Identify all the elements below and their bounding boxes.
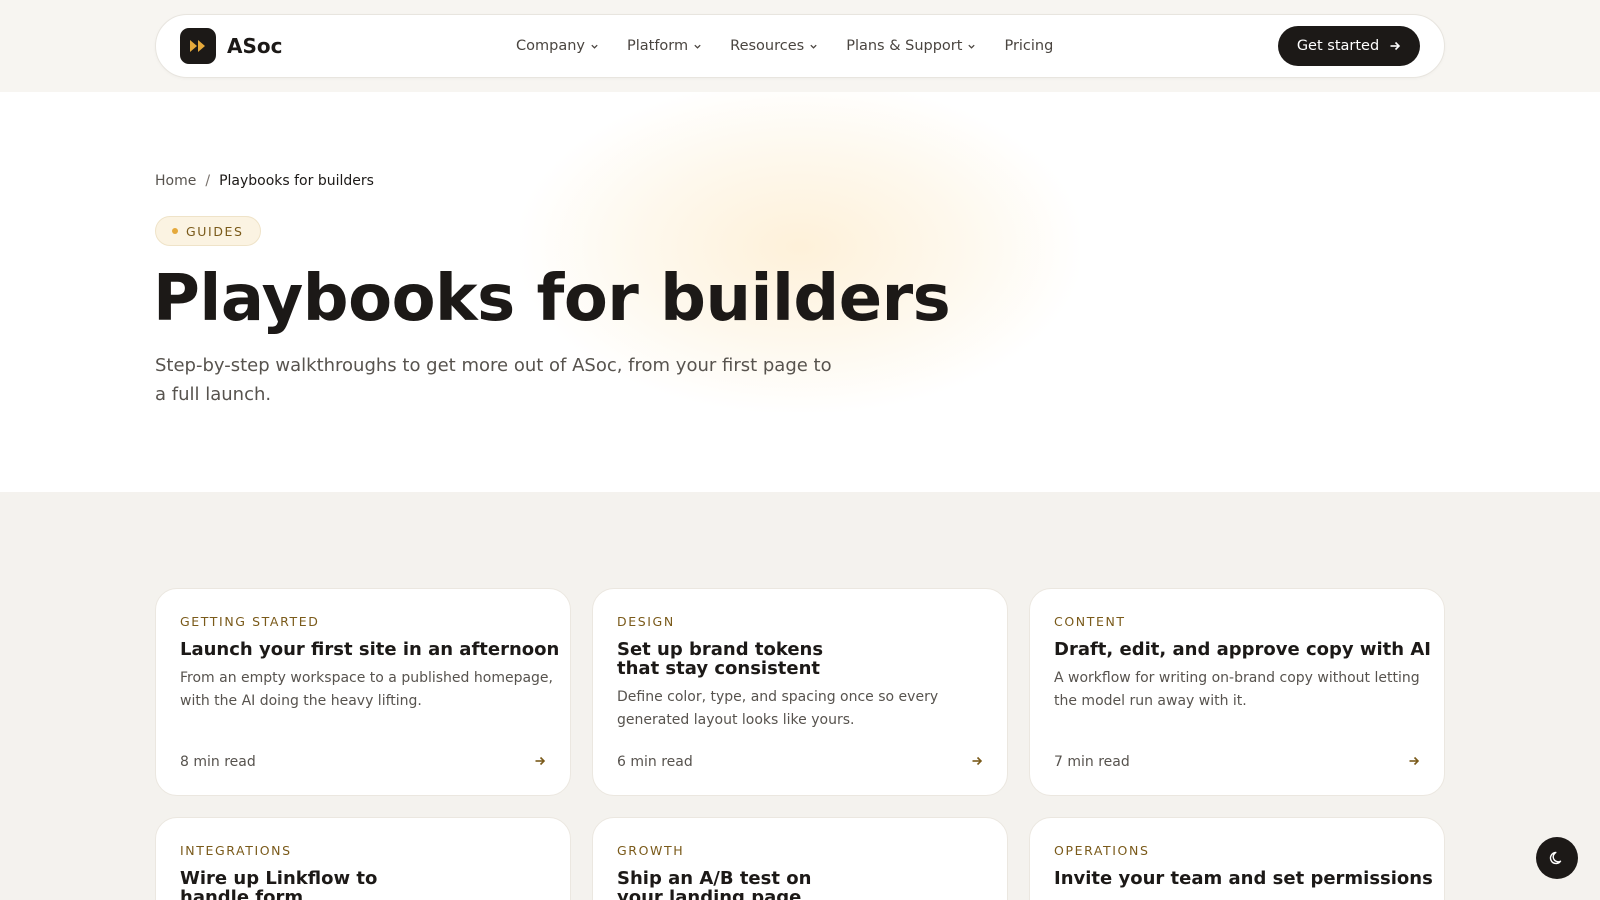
chevron-down-icon — [810, 44, 817, 49]
nav-item-label: Plans & Support — [846, 38, 963, 54]
tag-label: GUIDES — [186, 223, 244, 239]
breadcrumb-home-link[interactable]: Home — [155, 173, 196, 189]
breadcrumb: Home / Playbooks for builders — [155, 173, 374, 189]
nav-item-label: Company — [516, 38, 585, 54]
theme-toggle-button[interactable] — [1536, 837, 1578, 879]
breadcrumb-separator: / — [205, 173, 211, 189]
arrow-right-icon — [972, 756, 983, 766]
card-title: Wire up Linkflow to handle form submissi… — [180, 868, 378, 900]
guide-card[interactable]: CONTENT Draft, edit, and approve copy wi… — [1029, 588, 1445, 796]
card-category: GROWTH — [617, 843, 685, 858]
arrow-right-icon — [535, 756, 546, 766]
card-description: From an empty workspace to a published h… — [180, 670, 553, 709]
guide-card[interactable]: OPERATIONS Invite your team and set perm… — [1029, 817, 1445, 900]
tag-dot — [172, 228, 178, 234]
fast-forward-icon — [180, 28, 216, 64]
nav-item-label: Pricing — [1004, 38, 1054, 54]
section-tag: GUIDES — [155, 216, 261, 246]
card-title: Set up brand tokens that stay consistent — [617, 639, 824, 679]
guide-card[interactable]: DESIGN Set up brand tokens that stay con… — [592, 588, 1008, 796]
get-started-button[interactable]: Get started — [1278, 26, 1420, 66]
card-read-time: 8 min read — [180, 754, 256, 770]
brand-name: ASoc — [227, 34, 283, 58]
nav-item-plans-support[interactable]: Plans & Support — [846, 38, 976, 54]
nav-item-label: Platform — [626, 38, 689, 54]
card-title: Launch your first site in an afternoon — [180, 639, 560, 660]
card-category: INTEGRATIONS — [180, 843, 292, 858]
breadcrumb-current: Playbooks for builders — [219, 173, 374, 189]
card-title: Invite your team and set permissions — [1054, 868, 1433, 889]
nav-item-pricing[interactable]: Pricing — [1004, 38, 1053, 54]
nav-item-platform[interactable]: Platform — [627, 38, 702, 54]
chevron-down-icon — [694, 44, 701, 49]
guide-card[interactable]: INTEGRATIONS Wire up Linkflow to handle … — [155, 817, 571, 900]
page-subtitle: Step-by-step walkthroughs to get more ou… — [155, 355, 832, 405]
card-category: GETTING STARTED — [180, 614, 320, 629]
card-title: Draft, edit, and approve copy with AI — [1054, 639, 1431, 660]
card-read-time: 6 min read — [617, 754, 693, 770]
card-category: CONTENT — [1054, 614, 1126, 629]
card-title: Ship an A/B test on your landing page — [617, 868, 812, 900]
guide-card[interactable]: GETTING STARTED Launch your first site i… — [155, 588, 571, 796]
card-category: OPERATIONS — [1054, 843, 1150, 858]
nav-item-label: Resources — [730, 38, 805, 54]
guide-card[interactable]: GROWTH Ship an A/B test on your landing … — [592, 817, 1008, 900]
arrow-right-icon — [1409, 756, 1420, 766]
card-read-time: 7 min read — [1054, 754, 1130, 770]
card-description: Define color, type, and spacing once so … — [617, 689, 939, 728]
chevron-down-icon — [591, 44, 598, 49]
get-started-label: Get started — [1296, 38, 1380, 54]
nav-item-resources[interactable]: Resources — [730, 38, 818, 54]
nav-item-company[interactable]: Company — [516, 38, 599, 54]
card-category: DESIGN — [617, 614, 675, 629]
main-nav: Company Platform Resources Plans & Suppo… — [516, 15, 1081, 77]
card-description: A workflow for writing on-brand copy wit… — [1054, 670, 1420, 709]
brand[interactable]: ASoc — [180, 28, 282, 64]
page-title: Playbooks for builders — [153, 262, 951, 336]
hero: Home / Playbooks for builders GUIDES Pla… — [0, 92, 1600, 492]
navbar: ASoc Company Platform Resources Plans & … — [155, 14, 1445, 78]
arrow-right-icon — [1390, 41, 1401, 51]
moon-icon — [1549, 851, 1562, 865]
chevron-down-icon — [968, 44, 976, 49]
